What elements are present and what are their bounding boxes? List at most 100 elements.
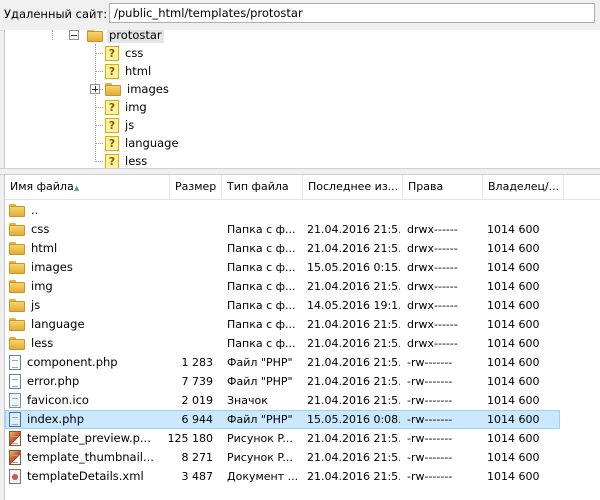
file-permissions: -rw------- <box>407 394 453 407</box>
file-modified: 21.04.2016 21:5... <box>307 432 400 445</box>
tree-item-js[interactable]: ? js <box>105 116 136 134</box>
file-list[interactable]: Имя файла ▲ Размер Тип файла Последнее и… <box>4 175 600 500</box>
file-type: Значок <box>227 394 268 407</box>
tree-item-language[interactable]: ? language <box>105 134 181 152</box>
folder-icon <box>9 261 25 274</box>
file-permissions: -rw------- <box>407 413 453 426</box>
file-name-cell: .. <box>9 201 157 220</box>
file-owner: 1014 600 <box>487 394 540 407</box>
file-modified: 15.05.2016 0:15... <box>307 261 400 274</box>
file-row[interactable]: template_thumbnail... 8 271 Рисунок P... 21… <box>5 448 600 467</box>
file-row[interactable]: error.php 7 739 Файл "PHP" 21.04.2016 21:5.… <box>5 372 600 391</box>
file-name: less <box>31 336 54 350</box>
file-row[interactable]: js Папка с ф... 14.05.2016 19:1... drwx----… <box>5 296 600 315</box>
remote-path-input[interactable]: /public_html/templates/protostar <box>109 3 595 23</box>
file-name-cell: css <box>9 220 157 239</box>
column-header-type[interactable]: Тип файла <box>222 175 303 199</box>
file-row[interactable]: html Папка с ф... 21.04.2016 21:5... drwx--… <box>5 239 600 258</box>
tree-item-label: html <box>125 64 152 78</box>
file-modified: 21.04.2016 21:5... <box>307 223 400 236</box>
file-permissions: drwx------ <box>407 223 458 236</box>
file-owner: 1014 600 <box>487 242 540 255</box>
file-type: Рисунок P... <box>227 432 293 445</box>
tree-item-css[interactable]: ? css <box>105 44 145 62</box>
collapse-protostar-icon[interactable] <box>69 30 79 40</box>
file-row[interactable]: images Папка с ф... 15.05.2016 0:15... drwx… <box>5 258 600 277</box>
question-icon: ? <box>105 63 119 79</box>
file-row[interactable]: component.php 1 283 Файл "PHP" 21.04.2016 2… <box>5 353 600 372</box>
folder-icon <box>87 30 103 42</box>
file-name: template_thumbnail... <box>27 450 154 464</box>
file-size <box>157 277 213 296</box>
tree-item-label: js <box>125 118 135 132</box>
tree-connector-line <box>95 71 103 72</box>
column-header-modified[interactable]: Последнее из... <box>303 175 403 199</box>
file-name-cell: favicon.ico <box>9 391 157 410</box>
file-name: img <box>31 279 53 293</box>
file-row[interactable]: template_preview.p... 125 180 Рисунок P...… <box>5 429 600 448</box>
file-owner: 1014 600 <box>487 337 540 350</box>
tree-connector-line <box>95 53 103 54</box>
file-size <box>157 239 213 258</box>
file-owner: 1014 600 <box>487 413 540 426</box>
file-name: favicon.ico <box>27 393 89 407</box>
column-header-size[interactable]: Размер <box>170 175 222 199</box>
expand-images-icon[interactable] <box>90 84 100 94</box>
file-owner: 1014 600 <box>487 299 540 312</box>
tree-item-protostar[interactable]: protostar <box>87 30 164 44</box>
tree-item-label: img <box>125 100 147 114</box>
file-modified: 21.04.2016 21:5... <box>307 318 400 331</box>
folder-icon <box>9 242 25 255</box>
file-permissions: -rw------- <box>407 356 453 369</box>
file-size: 3 487 <box>181 470 214 483</box>
question-icon: ? <box>105 135 119 151</box>
file-name-cell: img <box>9 277 157 296</box>
folder-icon <box>9 318 25 331</box>
file-type: Папка с ф... <box>227 337 296 350</box>
file-owner: 1014 600 <box>487 261 540 274</box>
file-row[interactable]: .. <box>5 201 600 220</box>
column-header-owner[interactable]: Владелец/... <box>483 175 564 199</box>
file-modified <box>307 201 400 220</box>
file-row[interactable]: index.php 6 944 Файл "PHP" 15.05.2016 0:08.… <box>5 410 600 429</box>
file-owner: 1014 600 <box>487 280 540 293</box>
tree-item-html[interactable]: ? html <box>105 62 153 80</box>
folder-icon <box>9 204 25 217</box>
file-row[interactable]: css Папка с ф... 21.04.2016 21:5... drwx---… <box>5 220 600 239</box>
file-size: 8 271 <box>181 451 214 464</box>
pane-splitter[interactable] <box>0 168 600 175</box>
sort-ascending-icon: ▲ <box>74 184 80 192</box>
file-size <box>157 334 213 353</box>
image-file-icon <box>9 431 21 446</box>
file-row[interactable]: less Папка с ф... 21.04.2016 21:5... drwx--… <box>5 334 600 353</box>
tree-connector-line <box>95 161 103 162</box>
file-name-cell: index.php <box>9 410 157 429</box>
tree-connector-line <box>95 143 103 144</box>
tree-item-label: images <box>127 82 169 96</box>
file-type: Файл "PHP" <box>227 375 293 388</box>
file-type: Файл "PHP" <box>227 356 293 369</box>
file-name-cell: js <box>9 296 157 315</box>
file-row[interactable]: templateDetails.xml 3 487 Документ ... 21.0… <box>5 467 600 486</box>
file-size: 2 019 <box>181 394 214 407</box>
tree-item-img[interactable]: ? img <box>105 98 149 116</box>
column-header-permissions[interactable]: Права <box>403 175 483 199</box>
file-modified: 21.04.2016 21:5... <box>307 470 400 483</box>
tree-item-less[interactable]: ? less <box>105 152 149 168</box>
file-type: Папка с ф... <box>227 261 296 274</box>
file-size <box>157 220 213 239</box>
column-header-name[interactable]: Имя файла ▲ <box>5 175 170 199</box>
file-row[interactable]: img Папка с ф... 21.04.2016 21:5... drwx---… <box>5 277 600 296</box>
file-row[interactable]: language Папка с ф... 21.04.2016 21:5... dr… <box>5 315 600 334</box>
tree-item-label: protostar <box>107 30 164 43</box>
file-name: index.php <box>27 412 85 426</box>
file-name: images <box>31 260 73 274</box>
file-row[interactable]: favicon.ico 2 019 Значок 21.04.2016 21:5...… <box>5 391 600 410</box>
file-size <box>157 315 213 334</box>
file-size: 6 944 <box>181 413 214 426</box>
directory-tree[interactable]: protostar? css? html images? img? js? language… <box>4 30 600 168</box>
tree-item-images[interactable]: images <box>105 80 171 98</box>
file-list-header: Имя файла ▲ Размер Тип файла Последнее и… <box>5 175 600 200</box>
xml-file-icon <box>9 469 21 484</box>
file-name-cell: less <box>9 334 157 353</box>
